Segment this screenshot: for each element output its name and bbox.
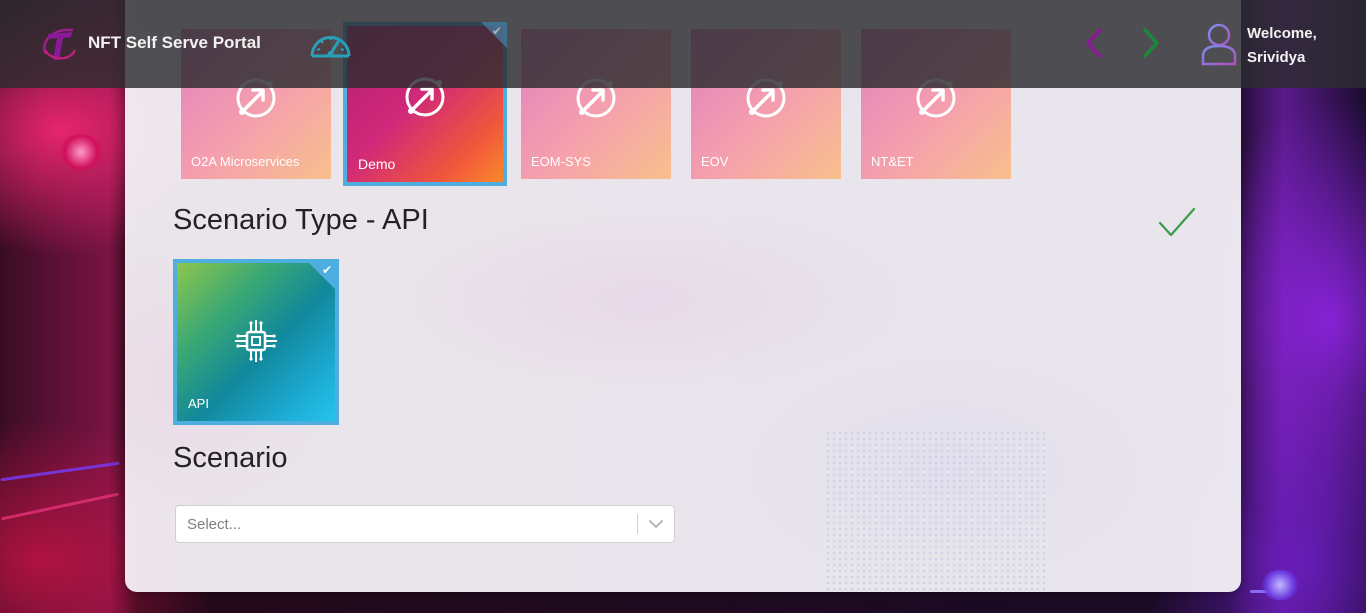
scenario-type-title: Scenario Type - API: [173, 204, 429, 236]
app-tile-label: EOV: [701, 154, 729, 169]
scenario-type-tile-api[interactable]: ✔ API: [173, 259, 339, 425]
scenario-select[interactable]: Select...: [175, 505, 675, 543]
select-separator: [637, 514, 638, 534]
panel-dot-pattern: [825, 430, 1045, 592]
user-name: Srividya: [1247, 49, 1306, 66]
chevron-right-icon[interactable]: [1137, 26, 1165, 60]
app-tile-label: NT&ET: [871, 154, 914, 169]
user-icon[interactable]: [1200, 22, 1238, 66]
checkmark-icon: ✔: [321, 263, 332, 277]
app-tile-label: EOM-SYS: [531, 154, 591, 169]
top-header: NFT Self Serve Portal Welcome, Srividya: [0, 0, 1366, 88]
chevron-left-icon[interactable]: [1080, 26, 1108, 60]
stage-spotlight: [58, 134, 104, 170]
checkmark-icon: [1158, 207, 1196, 237]
scenario-select-placeholder: Select...: [187, 516, 242, 533]
scenario-title: Scenario: [173, 442, 288, 474]
portal-title: NFT Self Serve Portal: [88, 33, 261, 52]
dashboard-gauge-icon[interactable]: [309, 26, 352, 60]
circuit-chip-icon: [235, 320, 277, 362]
scenario-type-tile-label: API: [188, 396, 209, 411]
welcome-message: Welcome, Srividya: [1247, 22, 1317, 70]
app-tile-label: Demo: [358, 156, 396, 172]
stage-spotlight: [1260, 570, 1300, 600]
app-tile-label: O2A Microservices: [191, 154, 300, 169]
chevron-down-icon[interactable]: [648, 517, 664, 531]
welcome-label: Welcome,: [1247, 25, 1317, 42]
light-streak: [0, 492, 120, 521]
telstra-t-logo[interactable]: [42, 24, 78, 64]
light-streak: [0, 461, 120, 482]
